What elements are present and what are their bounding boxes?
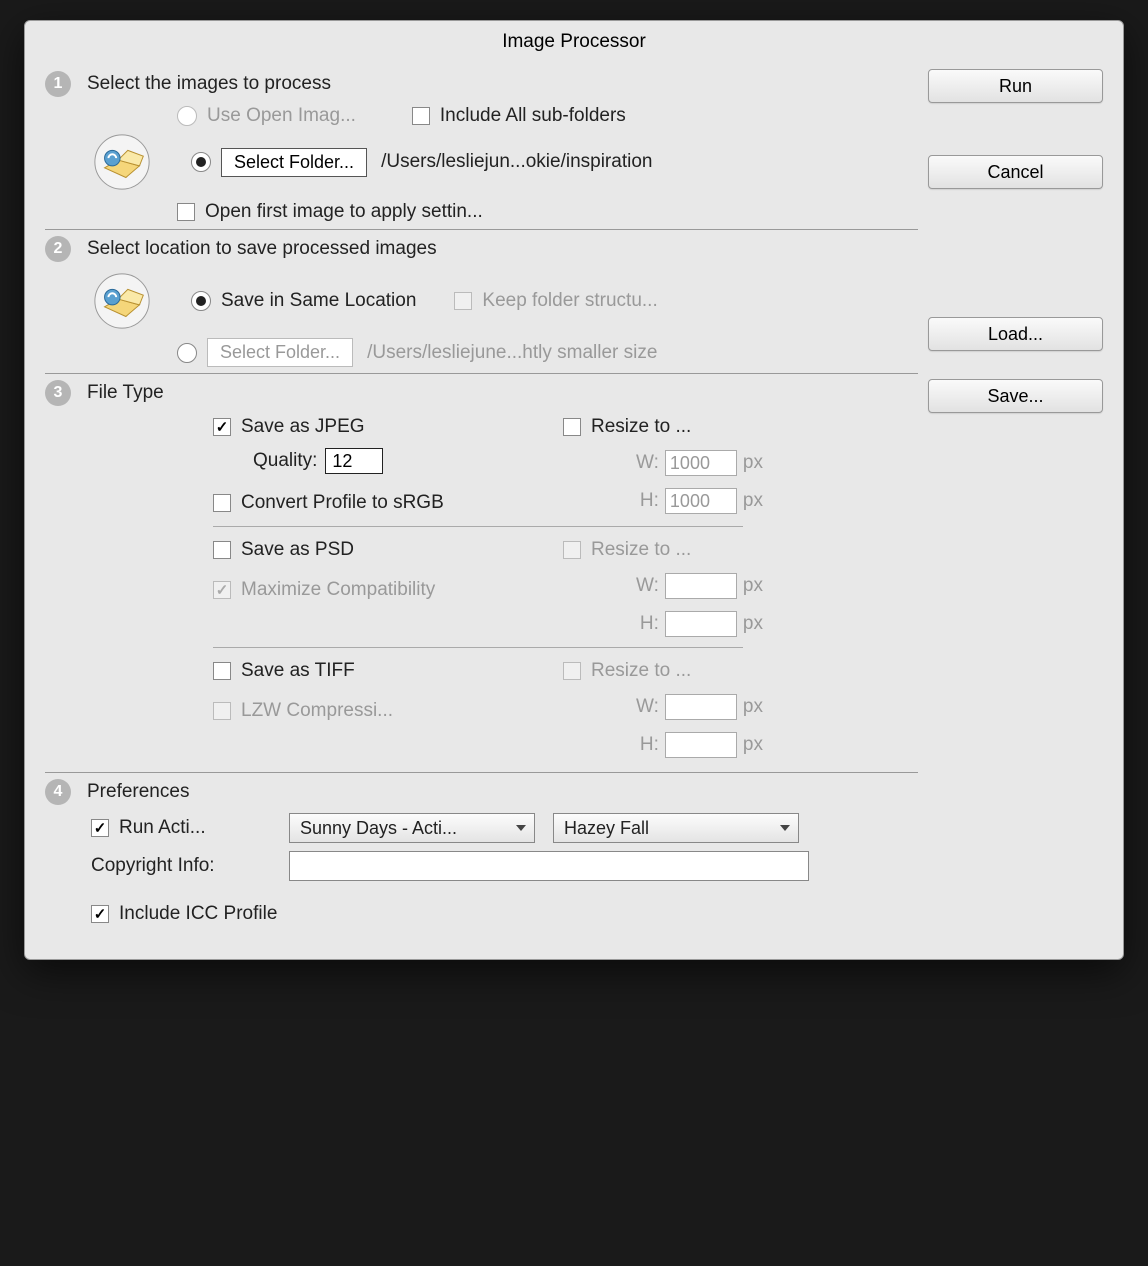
select-source-folder-button[interactable]: Select Folder... [221,148,367,177]
jpeg-height-input[interactable] [665,488,737,514]
save-as-psd-checkbox[interactable] [213,541,231,559]
jpeg-resize-label: Resize to ... [591,416,691,438]
action-set-select[interactable]: Sunny Days - Acti... [289,813,535,843]
tiff-h-label: H: [640,734,659,756]
maximize-compat-checkbox [213,581,231,599]
tiff-resize-label: Resize to ... [591,660,691,682]
px-unit: px [743,490,763,512]
px-unit: px [743,696,763,718]
convert-srgb-label: Convert Profile to sRGB [241,492,444,514]
sub-divider [213,526,743,527]
run-action-checkbox[interactable] [91,819,109,837]
copyright-input[interactable] [289,851,809,881]
image-processor-dialog: Image Processor 1 Select the images to p… [24,20,1124,960]
section4-title: Preferences [87,781,189,803]
step-badge-2: 2 [45,236,71,262]
save-as-jpeg-label: Save as JPEG [241,416,365,438]
source-path: /Users/lesliejun...okie/inspiration [381,151,652,173]
save-button[interactable]: Save... [928,379,1103,413]
psd-h-label: H: [640,613,659,635]
use-open-images-label: Use Open Imag... [207,105,356,127]
lzw-checkbox [213,702,231,720]
section1-title: Select the images to process [87,73,331,95]
keep-folder-structure-label: Keep folder structu... [482,290,657,312]
include-subfolders-checkbox[interactable] [412,107,430,125]
step-badge-4: 4 [45,779,71,805]
include-icc-label: Include ICC Profile [119,903,277,925]
copyright-label: Copyright Info: [91,855,215,876]
dest-path: /Users/lesliejune...htly smaller size [367,342,657,364]
maximize-compat-label: Maximize Compatibility [241,579,435,601]
save-as-tiff-label: Save as TIFF [241,660,355,682]
jpeg-quality-label: Quality: [253,450,317,472]
include-icc-checkbox[interactable] [91,905,109,923]
px-unit: px [743,452,763,474]
psd-resize-checkbox [563,541,581,559]
dialog-title: Image Processor [25,21,1123,69]
lzw-label: LZW Compressi... [241,700,393,722]
tiff-height-input[interactable] [665,732,737,758]
psd-height-input[interactable] [665,611,737,637]
tiff-w-label: W: [636,696,659,718]
folder-icon [91,131,153,193]
select-dest-folder-button[interactable]: Select Folder... [207,338,353,367]
run-button[interactable]: Run [928,69,1103,103]
keep-folder-structure-checkbox [454,292,472,310]
step-badge-1: 1 [45,71,71,97]
step-badge-3: 3 [45,380,71,406]
cancel-button[interactable]: Cancel [928,155,1103,189]
save-same-location-label: Save in Same Location [221,290,416,312]
include-subfolders-label: Include All sub-folders [440,105,626,127]
jpeg-width-input[interactable] [665,450,737,476]
divider [45,373,918,374]
tiff-resize-checkbox [563,662,581,680]
action-select[interactable]: Hazey Fall [553,813,799,843]
psd-width-input[interactable] [665,573,737,599]
folder-icon [91,270,153,332]
divider [45,229,918,230]
divider [45,772,918,773]
jpeg-w-label: W: [636,452,659,474]
jpeg-h-label: H: [640,490,659,512]
convert-srgb-checkbox[interactable] [213,494,231,512]
save-same-location-radio[interactable] [191,291,211,311]
jpeg-resize-checkbox[interactable] [563,418,581,436]
open-first-image-label: Open first image to apply settin... [205,201,483,223]
section2-title: Select location to save processed images [87,238,437,260]
select-dest-folder-radio[interactable] [177,343,197,363]
psd-w-label: W: [636,575,659,597]
save-as-psd-label: Save as PSD [241,539,354,561]
select-folder-radio[interactable] [191,152,211,172]
psd-resize-label: Resize to ... [591,539,691,561]
run-action-label: Run Acti... [119,817,206,839]
sub-divider [213,647,743,648]
section3-title: File Type [87,382,164,404]
px-unit: px [743,613,763,635]
save-as-tiff-checkbox[interactable] [213,662,231,680]
use-open-images-radio [177,106,197,126]
save-as-jpeg-checkbox[interactable] [213,418,231,436]
jpeg-quality-input[interactable] [325,448,383,474]
load-button[interactable]: Load... [928,317,1103,351]
open-first-image-checkbox[interactable] [177,203,195,221]
tiff-width-input[interactable] [665,694,737,720]
px-unit: px [743,734,763,756]
px-unit: px [743,575,763,597]
